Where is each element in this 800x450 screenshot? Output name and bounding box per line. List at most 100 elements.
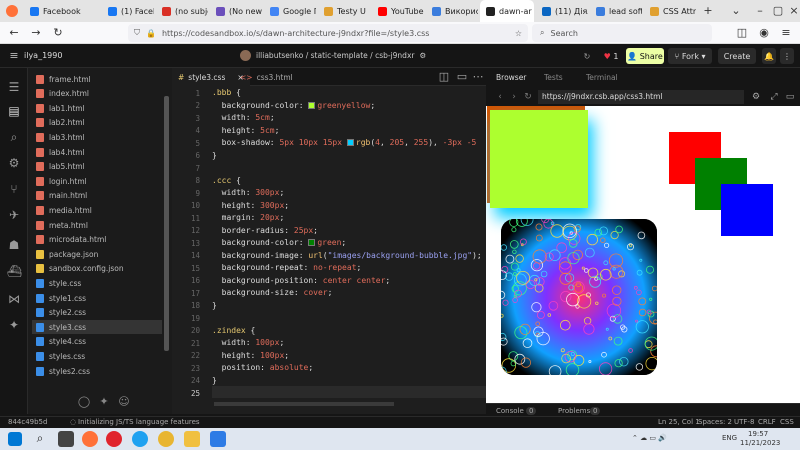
devtools-icon[interactable]: ⚙ (748, 89, 764, 105)
console-tab[interactable]: Console (496, 407, 524, 415)
pocket-icon[interactable]: ◫ (734, 25, 750, 41)
project-breadcrumb[interactable]: illiabutsenko / static-template / csb-j9… (240, 50, 426, 61)
edge-icon[interactable] (132, 431, 148, 447)
like-button[interactable]: ♥ 1 (600, 48, 622, 64)
maximize-icon[interactable]: ▢ (770, 3, 786, 19)
file-item[interactable]: lab3.html (36, 130, 162, 144)
file-item[interactable]: media.html (36, 203, 162, 217)
twitter-icon[interactable]: ✦ (96, 394, 112, 410)
tab-browser[interactable]: Browser (496, 73, 526, 82)
fork-button[interactable]: ⑂ Fork ▾ (668, 48, 712, 64)
search-icon[interactable]: ⌕ (7, 130, 21, 144)
problems-tab[interactable]: Problems (558, 407, 590, 415)
settings-icon[interactable]: ⚙ (7, 156, 21, 170)
language-indicator[interactable]: ENG (722, 434, 737, 442)
file-item[interactable]: style3.css (32, 320, 162, 335)
menu-icon[interactable]: ≡ (778, 25, 794, 41)
deploy-icon[interactable]: ✈ (7, 208, 21, 222)
live-icon[interactable]: ☗ (7, 238, 21, 252)
file-item[interactable]: lab1.html (36, 101, 162, 115)
settings-icon[interactable]: ⚙ (419, 51, 426, 60)
create-button[interactable]: Create (718, 48, 756, 64)
file-item[interactable]: lab4.html (36, 145, 162, 159)
share-button[interactable]: 👤 Share (626, 48, 664, 64)
line-ending[interactable]: CRLF (758, 418, 776, 426)
reload-icon[interactable]: ↻ (50, 25, 66, 41)
file-item[interactable]: styles.css (36, 349, 162, 363)
browser-tab[interactable]: (No new e (210, 0, 262, 22)
restart-icon[interactable]: ↻ (580, 48, 594, 64)
file-item[interactable]: style2.css (36, 306, 162, 320)
file-item[interactable]: style4.css (36, 335, 162, 349)
account-icon[interactable]: ◉ (756, 25, 772, 41)
file-item[interactable]: sandbox.config.json (36, 262, 162, 276)
file-item[interactable]: microdata.html (36, 233, 162, 247)
file-item[interactable]: login.html (36, 174, 162, 188)
browser-tab[interactable]: dawn-ar× (480, 0, 534, 22)
browser-tab[interactable]: Використ (426, 0, 478, 22)
file-item[interactable]: lab5.html (36, 160, 162, 174)
tab-tests[interactable]: Tests (544, 73, 563, 82)
file-item[interactable]: style1.css (36, 291, 162, 305)
docker-icon[interactable]: ⛴ (7, 264, 22, 278)
browser-tab[interactable]: (11) Діяль (536, 0, 588, 22)
browser-tab[interactable]: YouTube (372, 0, 424, 22)
notification-icon[interactable]: 🔔 (762, 48, 776, 64)
browser-tab[interactable]: CSS Attribu (644, 0, 696, 22)
menu-icon[interactable]: ☰ (7, 80, 21, 94)
preview-url[interactable]: https://j9ndxr.csb.app/css3.html (538, 90, 744, 104)
file-item[interactable]: styles2.css (36, 364, 162, 378)
reload-icon[interactable]: ↻ (520, 89, 536, 105)
firefox-icon[interactable] (82, 431, 98, 447)
browser-tab[interactable]: lead softw (590, 0, 642, 22)
discord-icon[interactable]: ☺ (116, 394, 132, 410)
forward-icon[interactable]: → (28, 25, 44, 41)
workspace-user[interactable]: ilya_1990 (24, 51, 62, 60)
browser-tab[interactable]: (1) Facebo (102, 0, 154, 22)
address-bar[interactable]: ⛉ 🔒 https://codesandbox.io/s/dawn-archit… (128, 24, 528, 42)
file-item[interactable]: frame.html (36, 72, 162, 86)
browser-tab[interactable]: Facebook (24, 0, 100, 22)
tree-scrollbar[interactable] (164, 96, 169, 351)
list-tabs-icon[interactable]: ⌄ (728, 3, 744, 19)
back-icon[interactable]: ← (6, 25, 22, 41)
minimize-icon[interactable]: – (752, 3, 768, 19)
task-view-icon[interactable] (58, 431, 74, 447)
horizontal-scrollbar[interactable] (214, 402, 394, 406)
explorer-icon[interactable]: ▤ (7, 104, 21, 118)
more-icon[interactable]: ⋯ (470, 69, 486, 85)
browser-tab[interactable]: (no subjec (156, 0, 208, 22)
cursor-position[interactable]: Ln 25, Col 1 (658, 418, 700, 426)
file-item[interactable]: index.html (36, 87, 162, 101)
sparkle-icon[interactable]: ✦ (7, 318, 21, 332)
chrome-icon[interactable] (158, 431, 174, 447)
more-icon[interactable]: ⋮ (780, 48, 794, 64)
windows-start-icon[interactable] (8, 432, 22, 446)
vscode-icon[interactable]: ⋈ (7, 292, 21, 306)
new-tab-button[interactable]: + (700, 3, 716, 19)
indent-setting[interactable]: Spaces: 2 (698, 418, 732, 426)
file-explorer-icon[interactable] (184, 431, 200, 447)
clock-date[interactable]: 11/21/2023 (740, 439, 780, 447)
language-mode[interactable]: CSS (780, 418, 794, 426)
firefox-view-icon[interactable] (6, 5, 18, 17)
encoding[interactable]: UTF-8 (734, 418, 754, 426)
open-external-icon[interactable]: ⤢ (766, 89, 782, 105)
clock-time[interactable]: 19:57 (748, 430, 768, 438)
split-editor-icon[interactable]: ◫ (436, 69, 452, 85)
commit-hash[interactable]: 844c49b5d (8, 418, 47, 426)
close-window-icon[interactable]: × (786, 3, 800, 19)
tray-icons[interactable]: ⌃ ☁ ▭ 🔊 (632, 434, 667, 442)
file-item[interactable]: style.css (36, 276, 162, 290)
layout-icon[interactable]: ▭ (782, 89, 798, 105)
search-input[interactable]: ⌕ Search (532, 24, 712, 42)
search-icon[interactable]: ⌕ (32, 431, 48, 447)
file-item[interactable]: package.json (36, 247, 162, 261)
file-item[interactable]: main.html (36, 189, 162, 203)
layout-icon[interactable]: ▭ (454, 69, 470, 85)
mail-icon[interactable] (210, 431, 226, 447)
file-item[interactable]: lab2.html (36, 116, 162, 130)
code-editor[interactable]: 1 2 3 4 5 6 7 8 9 10 11 12 13 14 15 16 17 18 19 20 21 22 23 24 2… (172, 86, 486, 414)
file-item[interactable]: meta.html (36, 218, 162, 232)
tab-terminal[interactable]: Terminal (586, 73, 618, 82)
